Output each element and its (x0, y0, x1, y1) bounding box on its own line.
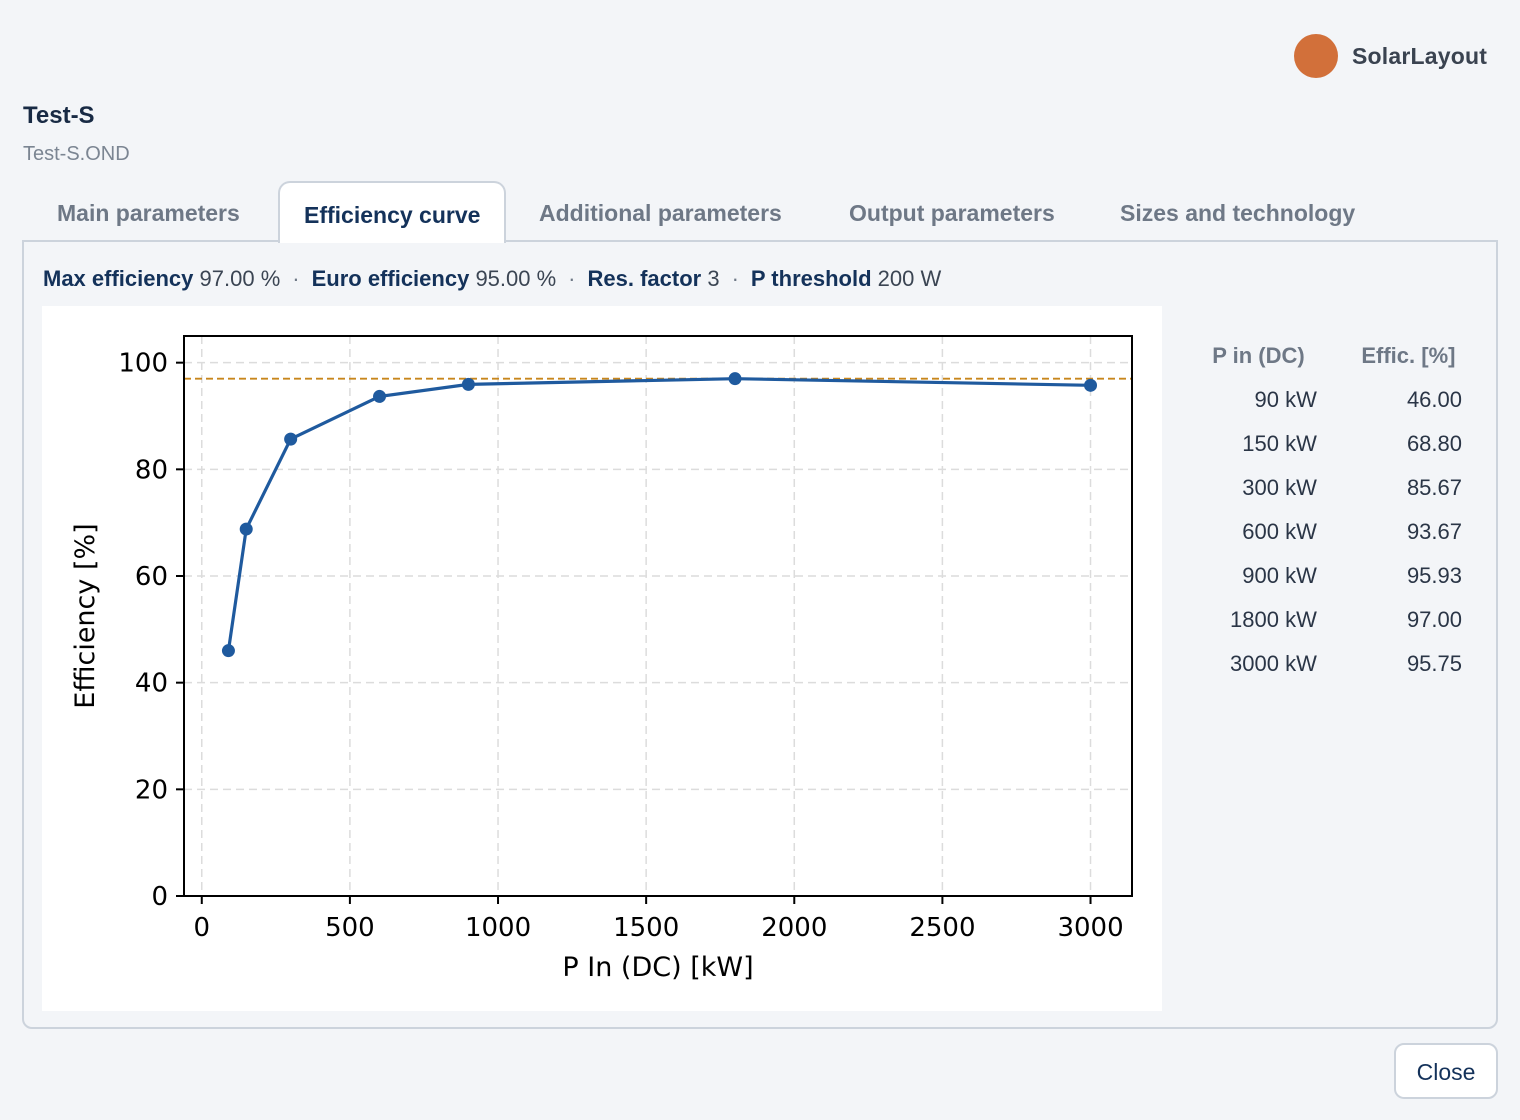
x-axis-ticks: 0 500 1000 1500 2000 2500 3000 (194, 896, 1124, 943)
x-tick-label: 0 (194, 913, 211, 943)
y-tick-label: 0 (151, 882, 168, 912)
summary-separator: · (292, 266, 300, 291)
efficiency-table: P in (DC) Effic. [%] 90 kW 46.00 150 kW 68… (1178, 334, 1478, 686)
max-efficiency-label: Max efficiency (43, 266, 194, 291)
x-tick-label: 2500 (909, 913, 975, 943)
efficiency-cell: 93.67 (1406, 519, 1462, 544)
efficiency-data-point (1084, 378, 1098, 392)
y-tick-label: 100 (118, 349, 168, 379)
tab-output-parameters[interactable]: Output parameters (849, 181, 1055, 242)
res-factor-label: Res. factor (587, 266, 702, 291)
close-button[interactable]: Close (1394, 1043, 1498, 1099)
y-axis-label: Efficiency [%] (70, 523, 101, 708)
x-tick-label: 1000 (465, 913, 531, 943)
summary-separator: · (731, 266, 739, 291)
column-header-p-in: P in (DC) (1212, 343, 1305, 368)
efficiency-data-point (728, 372, 742, 386)
logo-icon (1294, 34, 1338, 78)
tab-additional-parameters[interactable]: Additional parameters (539, 181, 782, 242)
efficiency-cell: 68.80 (1406, 431, 1462, 456)
table-row: 90 kW 46.00 (1178, 378, 1478, 422)
x-tick-label: 500 (325, 913, 375, 943)
p-in-cell: 900 kW (1242, 563, 1317, 588)
efficiency-data-point (373, 389, 387, 403)
tab-sizes-and-technology[interactable]: Sizes and technology (1120, 181, 1355, 242)
euro-efficiency-label: Euro efficiency (311, 266, 470, 291)
p-in-cell: 300 kW (1242, 475, 1317, 500)
p-in-cell: 90 kW (1254, 387, 1317, 412)
tab-main-parameters[interactable]: Main parameters (57, 181, 240, 242)
column-header-efficiency: Effic. [%] (1361, 343, 1456, 368)
efficiency-chart: 0 500 1000 1500 2000 2500 3000 0 20 40 60 80 100 P … (42, 306, 1162, 1011)
table-row: 600 kW 93.67 (1178, 510, 1478, 554)
y-tick-label: 40 (135, 669, 168, 699)
chart-series-layer (221, 372, 1098, 658)
y-tick-label: 20 (135, 775, 168, 805)
p-threshold-value: 200 W (877, 266, 942, 291)
efficiency-chart-svg: 0 500 1000 1500 2000 2500 3000 0 20 40 60 80 100 P … (70, 335, 1133, 983)
table-row: 900 kW 95.93 (1178, 554, 1478, 598)
efficiency-summary: Max efficiency 97.00 % · Euro efficiency 9… (43, 266, 941, 292)
p-in-cell: 150 kW (1242, 431, 1317, 456)
summary-separator: · (568, 266, 576, 291)
plot-frame (183, 335, 1133, 897)
efficiency-data-point (221, 644, 235, 658)
tab-bar: Main parameters Efficiency curve Additio… (22, 181, 1402, 243)
p-in-cell: 600 kW (1242, 519, 1317, 544)
x-tick-label: 2000 (761, 913, 827, 943)
efficiency-cell: 85.67 (1406, 475, 1462, 500)
efficiency-cell: 95.75 (1406, 651, 1462, 676)
page-title: Test-S (23, 102, 95, 129)
tab-efficiency-curve[interactable]: Efficiency curve (278, 181, 507, 243)
chart-grid (184, 336, 1132, 897)
p-threshold-label: P threshold (750, 266, 872, 291)
x-axis-label: P In (DC) [kW] (562, 952, 753, 983)
efficiency-series-line (226, 377, 1091, 651)
p-in-cell: 1800 kW (1230, 607, 1317, 632)
x-tick-label: 1500 (613, 913, 679, 943)
euro-efficiency-value: 95.00 % (475, 266, 557, 291)
p-in-cell: 3000 kW (1230, 651, 1317, 676)
res-factor-value: 3 (707, 266, 720, 291)
y-axis-ticks: 0 20 40 60 80 100 (118, 349, 184, 912)
efficiency-cell: 46.00 (1406, 387, 1462, 412)
file-name: Test-S.OND (23, 143, 130, 165)
efficiency-data-point (461, 377, 475, 391)
table-row: 3000 kW 95.75 (1178, 642, 1478, 686)
efficiency-cell: 95.93 (1406, 563, 1462, 588)
y-tick-label: 60 (135, 562, 168, 592)
table-row: 300 kW 85.67 (1178, 466, 1478, 510)
efficiency-data-point (284, 432, 298, 446)
y-tick-label: 80 (135, 455, 168, 485)
x-tick-label: 3000 (1057, 913, 1123, 943)
efficiency-data-point (239, 522, 253, 536)
brand-logo: SolarLayout (1294, 34, 1487, 78)
table-row: 150 kW 68.80 (1178, 422, 1478, 466)
tab-panel: Max efficiency 97.00 % · Euro efficiency 9… (22, 240, 1498, 1029)
max-efficiency-value: 97.00 % (199, 266, 281, 291)
efficiency-cell: 97.00 (1406, 607, 1462, 632)
brand-name: SolarLayout (1352, 42, 1488, 69)
table-row: 1800 kW 97.00 (1178, 598, 1478, 642)
table-header-row: P in (DC) Effic. [%] (1178, 334, 1478, 378)
